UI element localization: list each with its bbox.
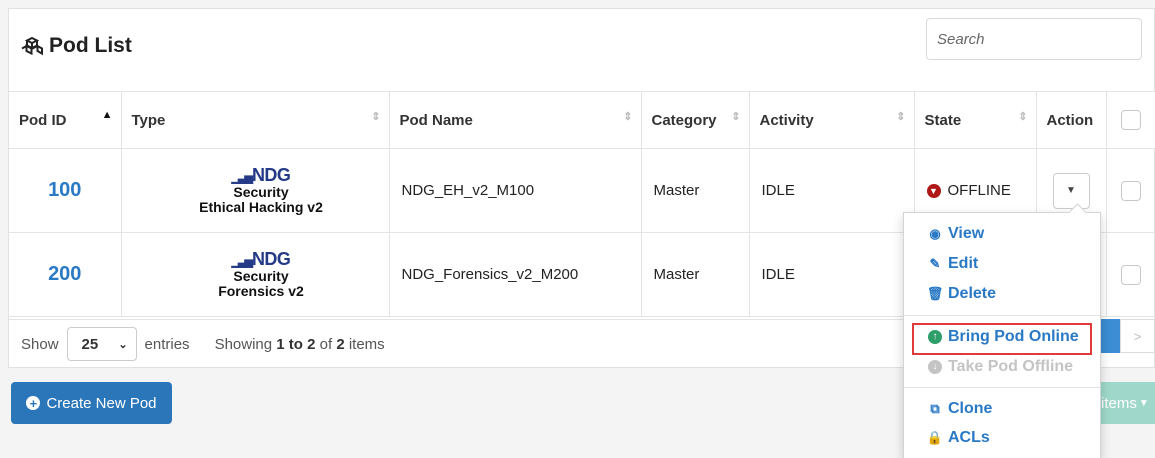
pod-activity: IDLE — [749, 148, 915, 233]
chevron-down-icon: ⌄ — [118, 338, 128, 351]
signal-bars-icon: ▁▃▅ — [231, 256, 253, 269]
pod-category: Master — [641, 232, 750, 317]
lock-icon: 🔒 — [926, 430, 944, 445]
row-checkbox[interactable] — [1121, 264, 1141, 285]
eye-icon: ◉ — [929, 226, 941, 241]
menu-divider — [904, 315, 1100, 316]
pod-id-link[interactable]: 200 — [9, 232, 122, 317]
menu-item-delete[interactable]: 🗑 Delete — [926, 285, 996, 303]
caret-down-icon: ▼ — [1066, 185, 1076, 196]
action-dropdown-button[interactable]: ▼ — [1052, 172, 1090, 209]
col-header-activity[interactable]: Activity ⇕ — [749, 91, 915, 149]
menu-item-acls[interactable]: 🔒 ACLs — [926, 429, 990, 447]
offline-icon: ▼ — [926, 183, 941, 198]
sort-icon: ⇕ — [623, 111, 633, 123]
menu-item-take-pod-offline: ↓ Take Pod Offline — [928, 358, 1073, 376]
clone-icon: ⧉ — [930, 401, 940, 416]
action-dropdown-menu: ◉ View ✎ Edit 🗑 Delete ↑ Bring Pod Online ↓ T… — [903, 212, 1101, 458]
caret-down-icon: ▼ — [1138, 397, 1149, 409]
sort-icon: ⇕ — [371, 111, 381, 123]
pod-name: NDG_EH_v2_M100 — [389, 148, 642, 233]
sort-icon: ⇕ — [731, 111, 741, 123]
page-title: Pod List — [21, 34, 132, 58]
pod-activity: IDLE — [749, 232, 915, 317]
select-all-checkbox[interactable] — [1121, 110, 1141, 130]
signal-bars-icon: ▁▃▅ — [231, 172, 253, 185]
menu-item-view[interactable]: ◉ View — [928, 225, 984, 243]
col-header-state[interactable]: State ⇕ — [914, 91, 1037, 149]
col-header-pod-id[interactable]: Pod ID ▲ — [9, 91, 122, 149]
page-title-text: Pod List — [49, 34, 132, 57]
edit-icon: ✎ — [929, 256, 941, 271]
arrow-down-circle-icon: ↓ — [928, 360, 942, 374]
col-header-category[interactable]: Category ⇕ — [641, 91, 750, 149]
menu-divider — [904, 387, 1100, 388]
ndg-logo: ▁▃▅NDG Security Ethical Hacking v2 — [199, 165, 323, 215]
select-cell — [1106, 148, 1155, 233]
state-text: OFFLINE — [947, 182, 1011, 199]
pod-name: NDG_Forensics_v2_M200 — [389, 232, 642, 317]
menu-item-edit[interactable]: ✎ Edit — [928, 255, 979, 273]
menu-item-clone[interactable]: ⧉ Clone — [928, 400, 992, 418]
pod-type: ▁▃▅NDG Security Ethical Hacking v2 — [121, 148, 390, 233]
row-checkbox[interactable] — [1121, 180, 1141, 201]
show-label: Show — [21, 335, 59, 353]
select-cell — [1106, 232, 1155, 317]
showing-info: Showing 1 to 2 of 2 items — [214, 335, 385, 353]
pod-category: Master — [641, 148, 750, 233]
col-header-action: Action — [1036, 91, 1107, 149]
items-menu-button[interactable]: items ▼ — [1095, 382, 1155, 424]
trash-icon: 🗑 — [926, 286, 944, 301]
plus-circle-icon: + — [26, 396, 41, 410]
pod-type: ▁▃▅NDG Security Forensics v2 — [121, 232, 390, 317]
sort-icon: ⇕ — [1018, 111, 1028, 123]
sort-asc-icon: ▲ — [101, 109, 113, 121]
col-header-pod-name[interactable]: Pod Name ⇕ — [389, 91, 642, 149]
table-header-row: Pod ID ▲ Type ⇕ Pod Name ⇕ Category ⇕ Activi… — [9, 91, 1155, 149]
sort-icon: ⇕ — [896, 111, 906, 123]
ndg-logo: ▁▃▅NDG Security Forensics v2 — [218, 249, 304, 299]
create-new-pod-button[interactable]: + Create New Pod — [11, 382, 172, 424]
search-input[interactable] — [926, 18, 1142, 60]
col-header-type[interactable]: Type ⇕ — [121, 91, 390, 149]
pager-next-button[interactable]: > — [1120, 319, 1155, 353]
menu-item-bring-pod-online[interactable]: ↑ Bring Pod Online — [928, 328, 1079, 346]
page-size-select[interactable]: 25 ⌄ — [66, 327, 137, 361]
col-header-select — [1106, 91, 1155, 149]
pager-current-page[interactable] — [1098, 319, 1120, 353]
cubes-icon — [21, 36, 43, 56]
arrow-up-circle-icon: ↑ — [928, 330, 942, 344]
entries-label: entries — [144, 335, 190, 353]
pod-id-link[interactable]: 100 — [9, 148, 122, 233]
